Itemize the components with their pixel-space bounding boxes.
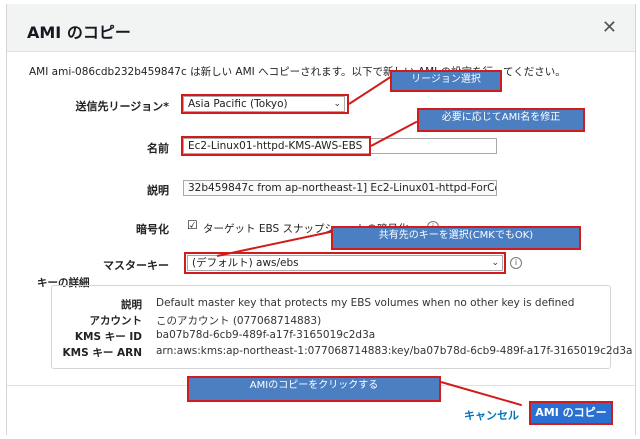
region-callout: リージョン選択 xyxy=(390,70,502,92)
region-label: 送信先リージョン* xyxy=(75,100,169,113)
close-icon[interactable]: ✕ xyxy=(602,17,617,38)
key-callout: 共有先のキーを選択(CMKでもOK) xyxy=(331,226,581,250)
detail-value: ba07b78d-6cb9-489f-a17f-3165019c2d3a xyxy=(156,329,376,341)
detail-label: 説明 xyxy=(121,299,142,311)
detail-label: KMS キー ID xyxy=(74,331,142,343)
key-details-panel: 説明 Default master key that protects my E… xyxy=(51,285,632,369)
detail-value: このアカウント (077068714883) xyxy=(156,315,322,327)
region-callout-line xyxy=(348,75,392,105)
encrypt-label: 暗号化 xyxy=(136,223,169,236)
encrypt-checkbox[interactable]: ☑ xyxy=(187,218,198,232)
copy-ami-button[interactable]: AMI のコピー xyxy=(529,401,613,425)
detail-value: Default master key that protects my EBS … xyxy=(156,297,575,309)
name-label: 名前 xyxy=(147,142,169,155)
info-icon[interactable]: i xyxy=(510,257,522,269)
name-callout: 必要に応じてAMI名を修正 xyxy=(417,108,585,132)
dialog-title: AMI のコピー xyxy=(27,23,131,42)
masterkey-highlight xyxy=(184,252,506,274)
region-highlight xyxy=(181,94,349,114)
copy-ami-dialog: AMI のコピー ✕ AMI ami-086cdb232b459847c は新し… xyxy=(6,4,636,435)
cancel-button[interactable]: キャンセル xyxy=(464,407,519,423)
detail-label: アカウント xyxy=(89,315,143,327)
masterkey-label: マスターキー xyxy=(103,259,169,272)
name-highlight xyxy=(181,136,371,156)
detail-value: arn:aws:kms:ap-northeast-1:077068714883:… xyxy=(156,345,633,357)
dialog-header: AMI のコピー ✕ xyxy=(7,4,635,52)
description-label: 説明 xyxy=(147,184,169,197)
copy-callout: AMIのコピーをクリックする xyxy=(187,376,441,402)
detail-label: KMS キー ARN xyxy=(62,347,142,359)
description-input[interactable]: 32b459847c from ap-northeast-1] Ec2-Linu… xyxy=(183,180,497,196)
